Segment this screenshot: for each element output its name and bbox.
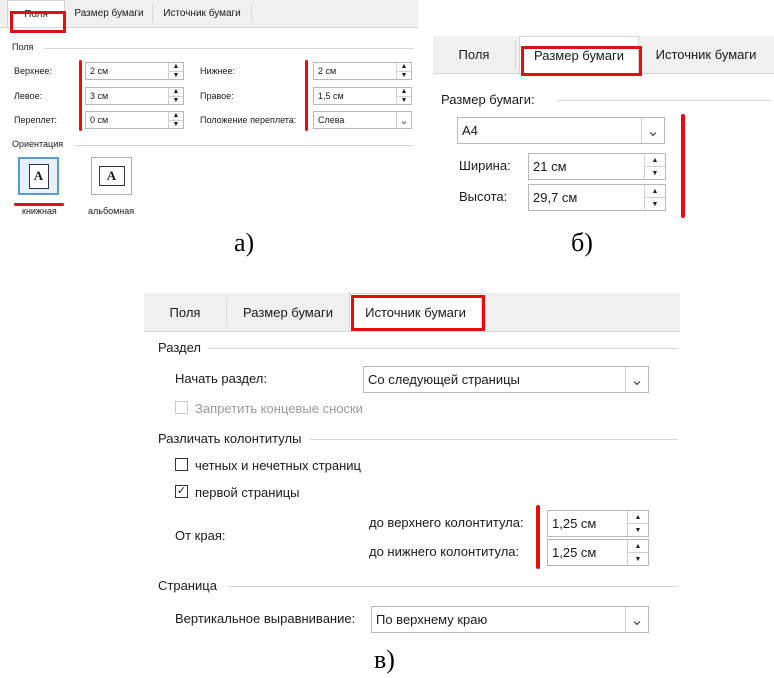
highlight-right-fields-a [305,60,308,131]
chevron-down-icon[interactable]: ⌄ [641,118,664,143]
width-field[interactable]: 21 см ▲ ▼ [528,153,666,180]
highlight-tab-margins-a [10,11,66,33]
highlight-tab-paper-source-c [351,295,485,331]
chevron-down-icon[interactable]: ⌄ [625,367,648,392]
header-distance-label: до верхнего колонтитула: [369,515,524,530]
spin-down-icon[interactable]: ▼ [628,552,648,565]
footer-distance-field[interactable]: 1,25 см ▲ ▼ [547,539,649,566]
dialog-b: Поля Размер бумаги Источник бумаги Разме… [433,36,774,224]
tab-margins-b[interactable]: Поля [439,36,509,73]
spin-down-icon[interactable]: ▼ [169,119,183,129]
left-margin-field[interactable]: 3 см ▲ ▼ [85,87,184,105]
vertical-alignment-label: Вертикальное выравнивание: [175,611,356,626]
spin-down-icon[interactable]: ▼ [645,197,665,210]
gutter-label: Переплет: [14,115,57,125]
tab-paper-source-a[interactable]: Источник бумаги [154,0,250,27]
group-margins-label: Поля [12,42,34,52]
caption-c: в) [374,645,395,674]
spin-up-icon[interactable]: ▲ [628,540,648,552]
group-orientation-label: Ориентация [12,139,64,149]
spin-up-icon[interactable]: ▲ [169,63,183,71]
portrait-label: книжная [22,206,57,216]
right-margin-label: Правое: [200,91,234,101]
top-margin-label: Верхнее: [14,66,52,76]
highlight-left-fields-a [79,60,82,131]
chevron-down-icon[interactable]: ⌄ [396,112,411,128]
tab-margins-c[interactable]: Поля [152,293,218,331]
tab-paper-size-c[interactable]: Размер бумаги [232,293,344,331]
bottom-margin-field[interactable]: 2 см ▲ ▼ [313,62,412,80]
caption-b: б) [571,228,593,257]
tab-paper-size-a[interactable]: Размер бумаги [66,0,152,27]
width-label: Ширина: [459,158,511,173]
section-start-select[interactable]: Со следующей страницы ⌄ [363,366,649,393]
spin-down-icon[interactable]: ▼ [645,166,665,179]
gutter-field[interactable]: 0 см ▲ ▼ [85,111,184,129]
suppress-endnotes-checkbox[interactable] [175,401,188,414]
spin-up-icon[interactable]: ▲ [628,511,648,523]
group-page-label: Страница [158,578,217,593]
spin-up-icon[interactable]: ▲ [169,112,183,120]
portrait-page-icon: A [28,163,49,189]
gutter-position-select[interactable]: Слева ⌄ [313,111,412,129]
odd-even-checkbox[interactable] [175,458,188,471]
chevron-down-icon[interactable]: ⌄ [625,607,648,632]
checkmark-icon: ✓ [176,485,187,497]
caption-a: а) [234,228,255,257]
group-section-label: Раздел [158,340,201,355]
first-page-checkbox[interactable]: ✓ [175,485,188,498]
landscape-label: альбомная [88,206,135,216]
section-start-label: Начать раздел: [175,371,267,386]
gutter-position-label: Положение переплета: [200,115,297,125]
spin-down-icon[interactable]: ▼ [628,523,648,536]
header-distance-field[interactable]: 1,25 см ▲ ▼ [547,510,649,537]
spin-up-icon[interactable]: ▲ [645,185,665,197]
portrait-button[interactable]: A [18,157,59,195]
spin-up-icon[interactable]: ▲ [397,88,411,96]
highlight-header-footer-c [536,505,540,569]
vertical-alignment-select[interactable]: По верхнему краю ⌄ [371,606,649,633]
spin-down-icon[interactable]: ▼ [169,70,183,80]
highlight-paper-fields-b [681,114,685,218]
top-margin-field[interactable]: 2 см ▲ ▼ [85,62,184,80]
landscape-page-icon: A [98,166,125,186]
odd-even-label: четных и нечетных страниц [195,458,361,473]
landscape-button[interactable]: A [91,157,132,195]
paper-size-select[interactable]: A4 ⌄ [457,117,665,144]
left-margin-label: Левое: [14,91,43,101]
suppress-endnotes-label: Запретить концевые сноски [195,401,363,416]
dialog-a: Поля Размер бумаги Источник бумаги Поля … [0,0,418,232]
from-edge-label: От края: [175,528,226,543]
right-margin-field[interactable]: 1,5 см ▲ ▼ [313,87,412,105]
bottom-margin-label: Нижнее: [200,66,236,76]
group-paper-size-label: Размер бумаги: [441,92,535,107]
height-label: Высота: [459,189,508,204]
spin-up-icon[interactable]: ▲ [645,154,665,166]
first-page-label: первой страницы [195,485,300,500]
spin-down-icon[interactable]: ▼ [397,95,411,105]
group-headers-label: Различать колонтитулы [158,431,302,446]
tab-paper-source-b[interactable]: Источник бумаги [643,36,769,73]
spin-up-icon[interactable]: ▲ [397,63,411,71]
spin-down-icon[interactable]: ▼ [169,95,183,105]
footer-distance-label: до нижнего колонтитула: [369,544,520,559]
spin-up-icon[interactable]: ▲ [169,88,183,96]
height-field[interactable]: 29,7 см ▲ ▼ [528,184,666,211]
dialog-c: Поля Размер бумаги Источник бумаги Разде… [144,293,680,643]
highlight-tab-paper-size-b [521,46,642,76]
spin-down-icon[interactable]: ▼ [397,70,411,80]
